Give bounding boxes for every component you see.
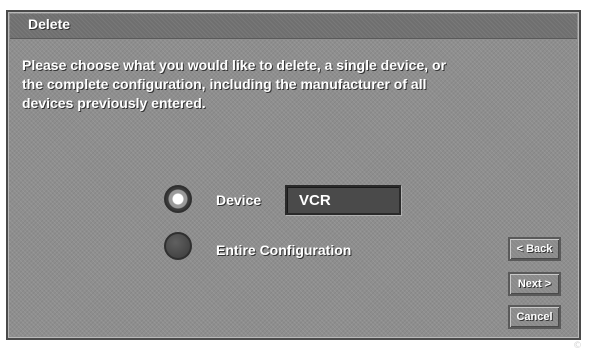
- title-bar: Delete: [10, 14, 577, 39]
- device-select-field[interactable]: VCR: [285, 185, 401, 215]
- entire-configuration-radio[interactable]: [164, 232, 192, 260]
- next-button[interactable]: Next >: [508, 272, 561, 296]
- delete-dialog: Delete Please choose what you would like…: [6, 10, 582, 351]
- cancel-button[interactable]: Cancel: [508, 305, 561, 329]
- dialog-title: Delete: [28, 16, 71, 32]
- back-button[interactable]: < Back: [508, 237, 561, 261]
- entire-configuration-label[interactable]: Entire Configuration: [216, 242, 351, 258]
- device-radio[interactable]: [164, 185, 192, 213]
- instructions-text: Please choose what you would like to del…: [22, 57, 447, 111]
- device-option-label[interactable]: Device: [216, 192, 261, 208]
- device-value: VCR: [299, 192, 331, 209]
